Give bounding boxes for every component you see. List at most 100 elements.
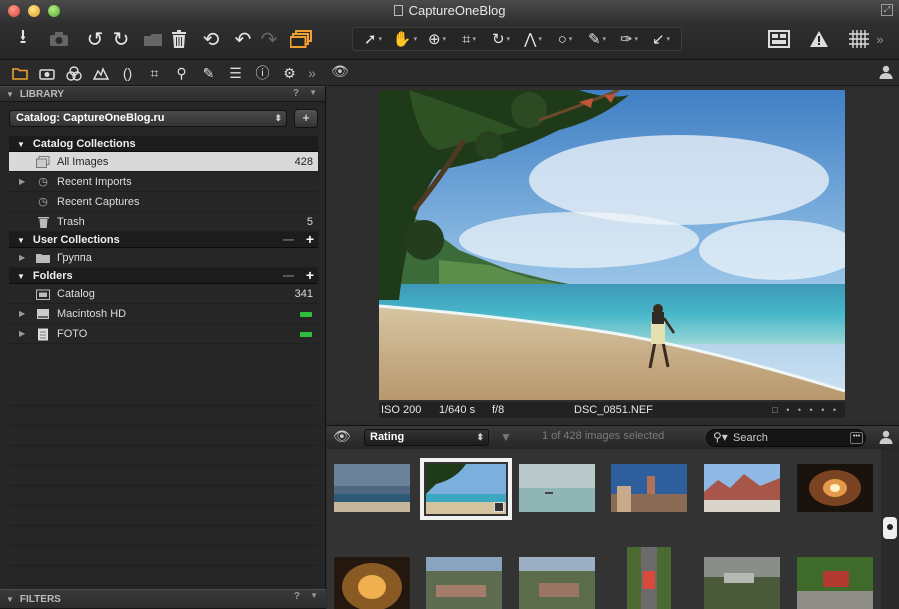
composition-tab-icon[interactable]: ⌗ (141, 62, 168, 84)
hard-drive-icon (36, 308, 50, 320)
main-image[interactable] (379, 90, 845, 400)
viewer-layout-icon[interactable] (766, 26, 792, 52)
collection-recent-captures[interactable]: ◷ Recent Captures (9, 192, 318, 212)
disclosure-triangle-icon[interactable]: ▶ (19, 324, 25, 344)
undo-icon[interactable]: ⟲ (198, 26, 224, 52)
thumbnail[interactable] (611, 464, 687, 512)
spot-removal-tool-icon[interactable]: ○ ▾ (549, 28, 581, 50)
eye-icon[interactable]: 👁 (331, 63, 349, 80)
user-icon[interactable] (879, 65, 893, 82)
help-button[interactable]: ? (294, 591, 300, 602)
crop-tool-icon[interactable]: ⌗ ▾ (453, 28, 485, 50)
output-tab-icon[interactable]: ⓘ (249, 62, 276, 84)
disclosure-triangle-icon[interactable]: ▶ (19, 172, 25, 192)
thumbnail[interactable] (797, 557, 873, 609)
panel-menu-icon[interactable]: ▼ (310, 591, 318, 600)
thumbnail[interactable] (627, 547, 671, 609)
browser-scrollbar[interactable] (881, 449, 899, 609)
selection-status: 1 of 428 images selected (542, 430, 665, 442)
thumbnail-selected[interactable] (420, 458, 512, 520)
group-user-collections[interactable]: ▼ User Collections — + (9, 231, 318, 248)
disclosure-triangle-icon[interactable]: ▶ (19, 248, 25, 268)
folder-catalog[interactable]: Catalog 341 (9, 284, 318, 304)
thumbnail[interactable] (704, 557, 780, 609)
image-viewer: ISO 200 1/640 s f/8 DSC_0851.NEF □ • • •… (327, 86, 899, 421)
capture-tab-icon[interactable] (33, 62, 60, 84)
lens-tab-icon[interactable]: () (114, 62, 141, 84)
thumbnail[interactable] (519, 557, 595, 609)
thumbnail[interactable] (797, 464, 873, 512)
tabs-overflow-icon[interactable]: » (303, 62, 321, 84)
folder-icon (36, 252, 50, 264)
search-icon[interactable]: ⚲▾ (713, 429, 728, 445)
add-user-collection-button[interactable]: + (306, 231, 314, 247)
thumbnail-browser (327, 449, 899, 609)
back-icon[interactable]: ↶ (230, 26, 256, 52)
exposure-warning-icon[interactable] (806, 26, 832, 52)
search-field[interactable]: ⚲▾ Search ••• (706, 429, 866, 447)
fullscreen-icon[interactable]: ⤢ (881, 4, 893, 16)
thumbnail[interactable] (704, 464, 780, 512)
pan-tool-icon[interactable]: ✋ ▾ (389, 28, 421, 50)
metadata-tab-icon[interactable]: ☰ (222, 62, 249, 84)
user-icon[interactable] (879, 430, 893, 447)
color-picker-tool-icon[interactable]: ✑ ▾ (613, 28, 645, 50)
eye-icon[interactable]: 👁 (333, 428, 351, 445)
search-options-icon[interactable]: ••• (850, 432, 863, 444)
toolbar-overflow-icon[interactable]: » (872, 26, 888, 52)
clock-icon: ◷ (38, 196, 48, 208)
collection-recent-imports[interactable]: ▶ ◷ Recent Imports (9, 172, 318, 192)
disclosure-triangle-icon[interactable]: ▶ (19, 304, 25, 324)
all-images-icon (36, 156, 50, 168)
remove-folder-button[interactable]: — (283, 268, 294, 284)
sort-dropdown[interactable]: Rating ⬍ (364, 429, 489, 446)
toolbar-right: » (766, 24, 888, 54)
rotate-tool-icon[interactable]: ↻ ▾ (485, 28, 517, 50)
rotate-right-icon[interactable]: ↻ (108, 26, 134, 52)
thumbnail[interactable] (426, 557, 502, 609)
import-icon[interactable]: ⭳ (10, 26, 36, 52)
add-folder-button[interactable]: + (306, 267, 314, 283)
collection-all-images[interactable]: All Images 428 (9, 152, 318, 172)
zoom-tool-icon[interactable]: ⊕ ▾ (421, 28, 453, 50)
settings-tab-icon[interactable]: ⚙ (276, 62, 303, 84)
sort-direction-icon[interactable]: ▼ (500, 430, 512, 444)
thumbnail[interactable] (519, 464, 595, 512)
group-folders[interactable]: ▼ Folders — + (9, 267, 318, 284)
browser-toolbar: 👁 Rating ⬍ ▼ 1 of 428 images selected ⚲▾… (327, 425, 899, 449)
collection-trash[interactable]: Trash 5 (9, 212, 318, 232)
help-button[interactable]: ? (293, 88, 299, 99)
scrollbar-knob[interactable] (883, 517, 897, 539)
details-tab-icon[interactable]: ⚲ (168, 62, 195, 84)
pointer-tool-icon[interactable]: ➚ ▾ (357, 28, 389, 50)
forward-icon[interactable]: ↷ (256, 26, 282, 52)
collapse-triangle-icon: ▼ (6, 594, 14, 604)
grid-icon[interactable] (846, 26, 872, 52)
group-catalog-collections[interactable]: ▼ Catalog Collections (9, 136, 318, 152)
thumbnail[interactable] (334, 557, 410, 609)
exposure-tab-icon[interactable] (87, 62, 114, 84)
library-tab-icon[interactable] (6, 62, 33, 84)
rotate-left-icon[interactable]: ↺ (82, 26, 108, 52)
trash-icon[interactable] (166, 26, 192, 52)
make-selects-folder-icon[interactable] (140, 26, 166, 52)
thumbnail[interactable] (334, 464, 410, 512)
camera-icon[interactable] (46, 26, 72, 52)
color-tab-icon[interactable] (60, 62, 87, 84)
apply-adjustments-tool-icon[interactable]: ↙ ▾ (645, 28, 677, 50)
brush-tool-icon[interactable]: ✎ ▾ (581, 28, 613, 50)
folder-macintosh-hd[interactable]: ▶ Macintosh HD (9, 304, 318, 324)
toolbar-left: ⭳ ↺ ↻ ⟲ ↶ ↷ (10, 24, 314, 54)
keystone-tool-icon[interactable]: ⋀ ▾ (517, 28, 549, 50)
variants-icon[interactable] (288, 26, 314, 52)
local-adjustments-tab-icon[interactable]: ✎ (195, 62, 222, 84)
filters-header[interactable]: ▼ FILTERS ? ▼ (0, 589, 326, 609)
user-collection-group[interactable]: ▶ Группа (9, 248, 318, 268)
catalog-selector[interactable]: Catalog: CaptureOneBlog.ru ⬍ (9, 110, 287, 127)
rating-stars[interactable]: □ • • • • • (772, 402, 839, 418)
library-header[interactable]: ▼ LIBRARY ? ▼ (0, 86, 325, 102)
panel-menu-icon[interactable]: ▼ (309, 88, 317, 97)
add-collection-button[interactable]: + (294, 109, 318, 128)
remove-collection-button[interactable]: — (283, 232, 294, 248)
folder-foto[interactable]: ▶ FOTO (9, 324, 318, 344)
